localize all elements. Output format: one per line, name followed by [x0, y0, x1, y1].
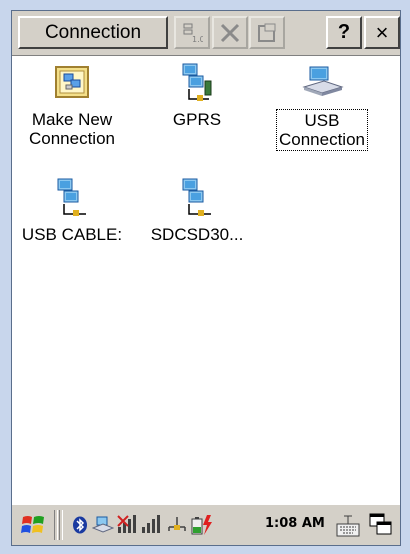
- item-label: USB CABLE:: [21, 225, 123, 244]
- item-label-selected: USB Connection: [275, 109, 368, 151]
- network-connection-icon: [182, 63, 212, 101]
- command-bar: Connection 1.0 ? ×: [12, 11, 400, 56]
- delete-button[interactable]: [212, 16, 248, 49]
- network-icon[interactable]: [166, 515, 188, 535]
- battery-charging-icon[interactable]: [189, 513, 215, 537]
- item-label: SDCSD30...: [150, 225, 244, 244]
- network-connection-icon: [57, 178, 86, 216]
- make-new-connection-icon: [55, 66, 89, 98]
- view-toggle-button[interactable]: 1.0: [174, 16, 210, 49]
- properties-button[interactable]: [249, 16, 285, 49]
- clock[interactable]: 1:08 AM: [265, 516, 325, 531]
- usb-connection-item[interactable]: USB Connection: [262, 61, 382, 151]
- sdcsd30-connection-item[interactable]: SDCSD30...: [137, 176, 257, 245]
- network-connection-icon: [182, 178, 211, 216]
- connection-title-button[interactable]: Connection: [18, 16, 168, 49]
- usb-cable-connection-item[interactable]: USB CABLE:: [12, 176, 132, 245]
- windows-switch-icon[interactable]: [368, 512, 394, 538]
- signal-off-icon[interactable]: [116, 513, 138, 535]
- taskbar-separator: [59, 510, 63, 540]
- item-label: Make New Connection: [28, 110, 115, 148]
- gprs-connection-item[interactable]: GPRS: [137, 61, 257, 130]
- delete-x-icon: [220, 23, 240, 42]
- start-windows-flag-icon[interactable]: [20, 512, 48, 538]
- window: Connection 1.0 ? × Make New Connection G…: [11, 10, 401, 546]
- taskbar: 1:08 AM: [12, 504, 400, 545]
- make-new-connection-item[interactable]: Make New Connection: [12, 61, 132, 149]
- bluetooth-icon[interactable]: [72, 516, 88, 534]
- help-button[interactable]: ?: [326, 16, 362, 49]
- signal-strength-icon[interactable]: [140, 513, 162, 535]
- item-label: GPRS: [172, 110, 222, 129]
- usb-sync-icon[interactable]: [92, 516, 114, 534]
- list-view-icon: 1.0: [183, 23, 203, 44]
- properties-icon: [258, 23, 276, 42]
- taskbar-separator: [54, 510, 58, 540]
- keyboard-icon[interactable]: [334, 512, 362, 540]
- usb-computer-icon: [302, 66, 344, 96]
- close-button[interactable]: ×: [364, 16, 400, 49]
- svg-text:1.0: 1.0: [192, 35, 203, 44]
